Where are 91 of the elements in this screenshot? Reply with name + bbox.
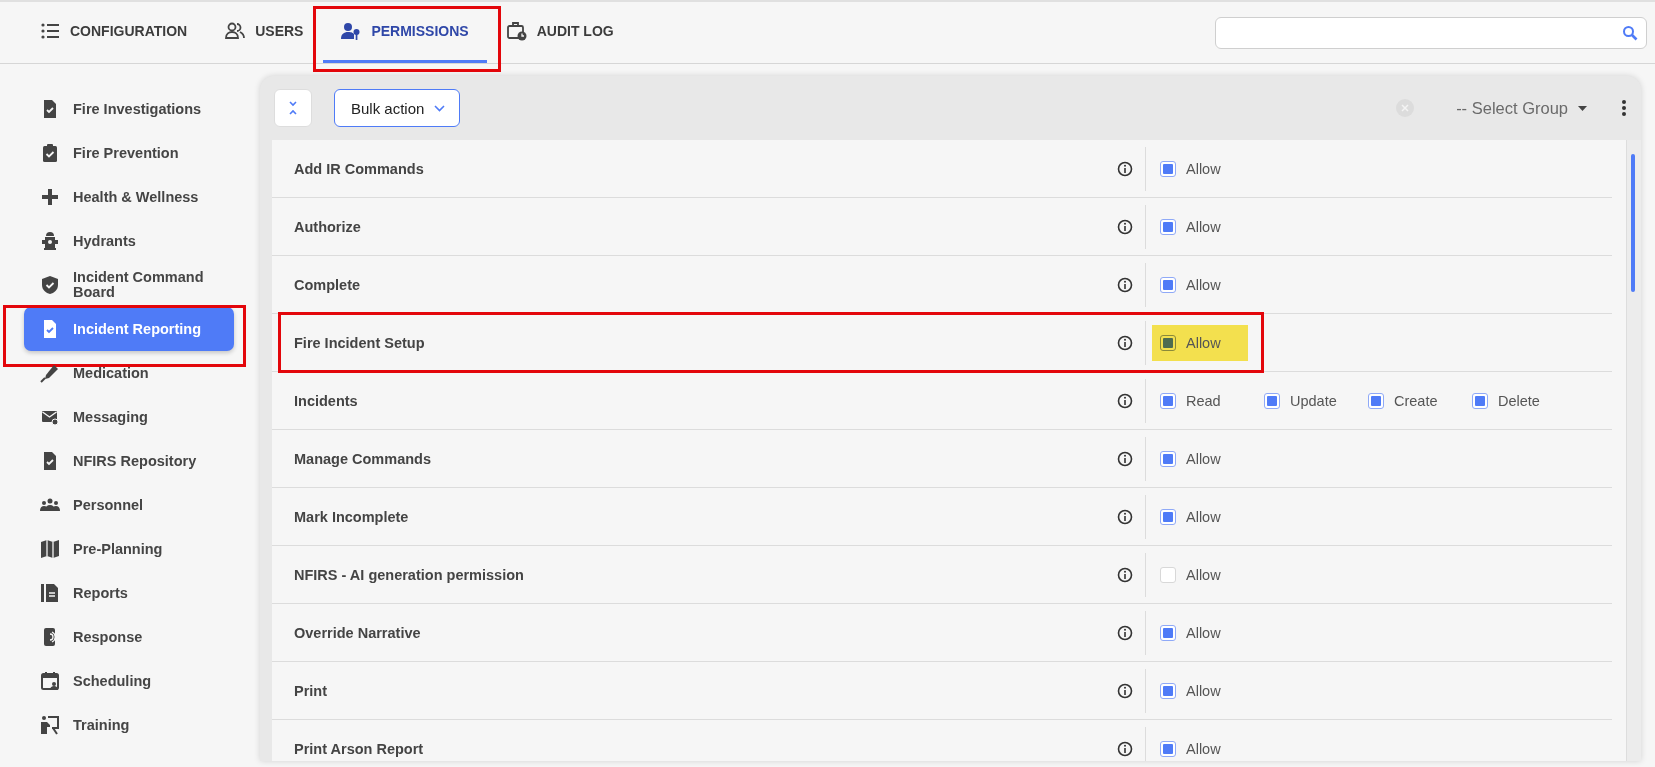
info-icon[interactable]: [1117, 334, 1133, 351]
map-icon: [40, 539, 60, 559]
info-icon[interactable]: [1117, 218, 1133, 235]
sidebar-item[interactable]: Personnel: [24, 485, 234, 525]
option-label: Read: [1186, 392, 1221, 409]
checkbox[interactable]: [1160, 160, 1176, 177]
sidebar-item[interactable]: Health & Wellness: [24, 177, 234, 217]
sidebar-item[interactable]: Pre-Planning: [24, 529, 234, 569]
permission-label: Print Arson Report: [293, 740, 425, 757]
option-label: Allow: [1186, 450, 1221, 467]
permission-label: Add IR Commands: [293, 160, 425, 177]
nav-tab[interactable]: AUDIT LOG: [488, 2, 632, 63]
user-key-icon: [341, 21, 362, 41]
permission-label: Complete: [293, 276, 362, 293]
sidebar-item[interactable]: Response: [24, 617, 234, 657]
scrollbar[interactable]: [1626, 140, 1641, 761]
collapse-button[interactable]: [274, 89, 312, 127]
sidebar-item[interactable]: Incident Reporting: [24, 307, 234, 351]
search-field[interactable]: [1215, 16, 1647, 49]
list-icon: [40, 21, 60, 41]
info-icon[interactable]: [1117, 566, 1133, 583]
permission-label: Fire Incident Setup: [293, 334, 426, 351]
checkbox[interactable]: [1160, 218, 1176, 235]
sidebar-item[interactable]: Hydrants: [24, 221, 234, 261]
permission-label: Authorize: [293, 218, 362, 235]
calendar-person-icon: [40, 671, 60, 691]
info-icon[interactable]: [1117, 276, 1133, 293]
sidebar-item[interactable]: Messaging: [24, 397, 234, 437]
permission-label: Override Narrative: [293, 624, 422, 641]
checkbox[interactable]: [1160, 508, 1176, 525]
sidebar-item[interactable]: Fire Prevention: [24, 133, 234, 173]
info-icon[interactable]: [1117, 450, 1133, 467]
option-label: Allow: [1186, 624, 1221, 641]
collapse-icon: [288, 100, 298, 116]
permission-label: Incidents: [293, 392, 359, 409]
info-icon[interactable]: [1117, 392, 1133, 409]
checkbox[interactable]: [1368, 392, 1384, 409]
chevron-down-icon: [434, 104, 446, 112]
users-icon: [225, 21, 246, 41]
checkbox[interactable]: [1160, 392, 1176, 409]
info-icon[interactable]: [1117, 624, 1133, 641]
nav-tab[interactable]: PERMISSIONS: [323, 2, 487, 63]
clipboard-check-icon: [40, 143, 60, 163]
option-label: Create: [1394, 392, 1438, 409]
option-label: Allow: [1186, 218, 1221, 235]
info-icon[interactable]: [1117, 160, 1133, 177]
option-label: Update: [1290, 392, 1337, 409]
sidebar-item[interactable]: Fire Investigations: [24, 89, 234, 129]
sidebar-item[interactable]: Training: [24, 705, 234, 745]
info-icon[interactable]: [1117, 740, 1133, 757]
briefcase-clock-icon: [506, 21, 527, 41]
group-select[interactable]: -- Select Group: [1450, 97, 1593, 119]
permission-label: Print: [293, 682, 329, 699]
checkbox[interactable]: [1160, 740, 1176, 757]
option-label: Allow: [1186, 566, 1221, 583]
sidebar-item[interactable]: NFIRS Repository: [24, 441, 234, 481]
permission-label: Manage Commands: [293, 450, 432, 467]
sidebar-item[interactable]: Scheduling: [24, 661, 234, 701]
permission-label: NFIRS - AI generation permission: [293, 566, 525, 583]
option-label: Allow: [1186, 276, 1221, 293]
option-label: Allow: [1186, 682, 1221, 699]
nav-tab[interactable]: CONFIGURATION: [22, 2, 206, 63]
option-label: Delete: [1498, 392, 1540, 409]
option-label: Allow: [1186, 334, 1221, 351]
checkbox[interactable]: [1160, 334, 1176, 351]
bulk-action-dropdown[interactable]: Bulk action: [334, 89, 461, 127]
caret-icon: [1578, 105, 1587, 111]
nav-tab[interactable]: USERS: [207, 2, 322, 63]
shield-check-icon: [40, 275, 60, 295]
presentation-icon: [40, 715, 60, 735]
sidebar-item[interactable]: Reports: [24, 573, 234, 613]
plus-icon: [40, 187, 60, 207]
syringe-icon: [40, 363, 60, 383]
permission-label: Mark Incomplete: [293, 508, 410, 525]
option-label: Allow: [1186, 508, 1221, 525]
info-icon[interactable]: [1117, 508, 1133, 525]
checkbox[interactable]: [1160, 276, 1176, 293]
report-icon: [40, 583, 60, 603]
checkbox[interactable]: [1264, 392, 1280, 409]
hydrant-icon: [40, 231, 60, 251]
checkbox[interactable]: [1160, 682, 1176, 699]
checkbox[interactable]: [1160, 450, 1176, 467]
sidebar-item[interactable]: Medication: [24, 353, 234, 393]
more-options-icon[interactable]: [1621, 99, 1627, 117]
option-label: Allow: [1186, 160, 1221, 177]
sidebar-item[interactable]: Incident Command Board: [24, 265, 234, 305]
option-label: Allow: [1186, 740, 1221, 757]
search-icon: [1622, 24, 1638, 41]
checkbox[interactable]: [1160, 624, 1176, 641]
checkbox[interactable]: [1472, 392, 1488, 409]
info-icon[interactable]: [1117, 682, 1133, 699]
